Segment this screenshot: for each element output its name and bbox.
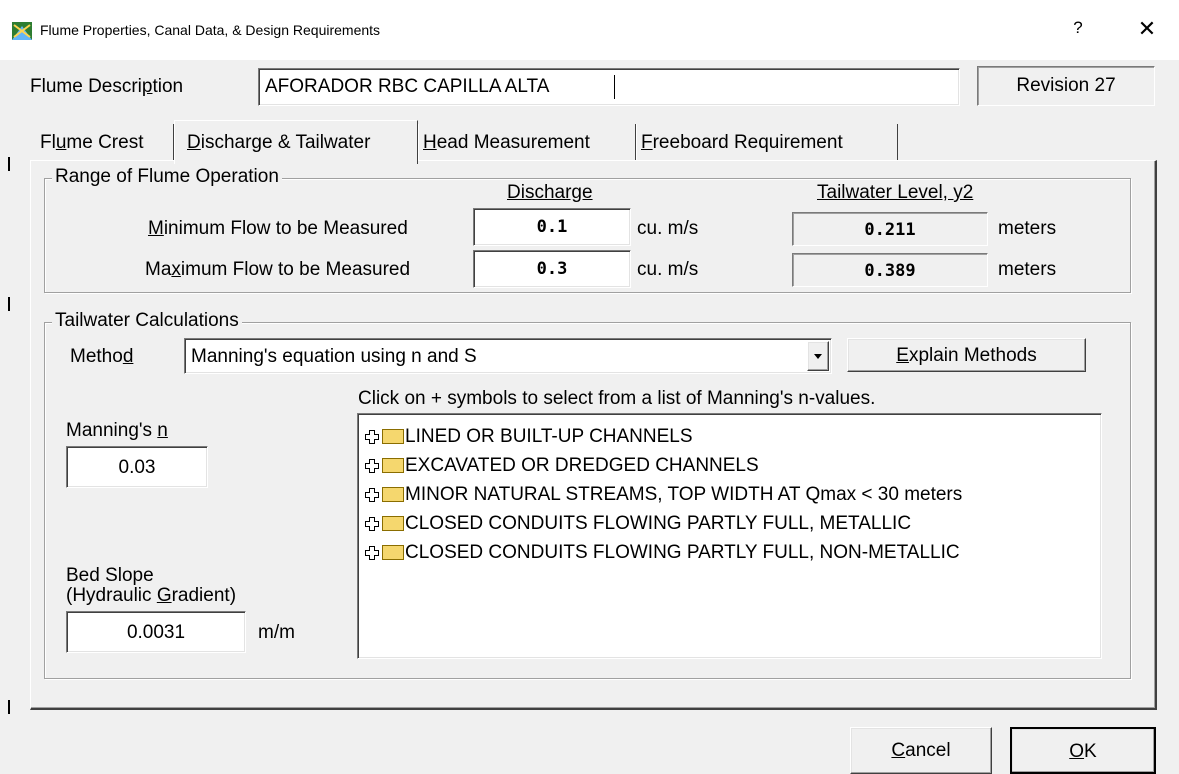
mannings-n-label: Manning's n (66, 420, 168, 441)
tab-freeboard-requirement[interactable]: Freeboard Requirement (636, 124, 898, 160)
close-icon[interactable]: ✕ (1127, 16, 1167, 46)
tree-item[interactable]: MINOR NATURAL STREAMS, TOP WIDTH AT Qmax… (364, 480, 962, 509)
method-label: Method (70, 346, 134, 367)
edge-mark (8, 700, 10, 714)
tree-item[interactable]: CLOSED CONDUITS FLOWING PARTLY FULL, MET… (364, 509, 962, 538)
plus-icon[interactable] (364, 516, 380, 532)
max-flow-label: Maximum Flow to be Measured (145, 259, 411, 280)
tree-item[interactable]: CLOSED CONDUITS FLOWING PARTLY FULL, NON… (364, 538, 962, 567)
folder-icon (382, 458, 404, 473)
max-tailwater-unit: meters (998, 259, 1057, 280)
tailwater-header: Tailwater Level, y2 (817, 182, 974, 203)
folder-icon (382, 545, 404, 560)
tree-item-label: MINOR NATURAL STREAMS, TOP WIDTH AT Qmax… (405, 483, 963, 505)
tree-item-label: CLOSED CONDUITS FLOWING PARTLY FULL, NON… (405, 541, 960, 563)
bed-slope-input[interactable]: 0.0031 (66, 611, 246, 653)
tree-item-label: EXCAVATED OR DREDGED CHANNELS (405, 454, 759, 476)
mannings-n-input[interactable]: 0.03 (66, 446, 208, 488)
tab-discharge-tailwater[interactable]: Discharge & Tailwater (174, 120, 418, 164)
bed-slope-label: Bed Slope (Hydraulic Gradient) (66, 566, 236, 606)
min-tailwater-unit: meters (998, 218, 1057, 239)
flume-description-value: AFORADOR RBC CAPILLA ALTA (265, 76, 550, 97)
tree-item-label: LINED OR BUILT-UP CHANNELS (405, 425, 693, 447)
revision-box: Revision 27 (977, 66, 1155, 106)
min-tailwater-value: 0.211 (792, 212, 988, 246)
folder-icon (382, 487, 404, 502)
tree-item-label: CLOSED CONDUITS FLOWING PARTLY FULL, MET… (405, 512, 912, 534)
tree-item[interactable]: LINED OR BUILT-UP CHANNELS (364, 422, 962, 451)
plus-icon[interactable] (364, 487, 380, 503)
max-discharge-unit: cu. m/s (637, 259, 699, 280)
min-flow-label: Minimum Flow to be Measured (148, 218, 408, 239)
discharge-header: Discharge (507, 182, 593, 203)
tree-list: LINED OR BUILT-UP CHANNELS EXCAVATED OR … (364, 422, 962, 567)
text-caret (614, 75, 615, 99)
tab-flume-crest[interactable]: Flume Crest (36, 124, 174, 160)
mannings-tree[interactable]: LINED OR BUILT-UP CHANNELS EXCAVATED OR … (357, 413, 1102, 659)
method-select[interactable]: Manning's equation using n and S (184, 338, 832, 374)
bed-slope-label-line1: Bed Slope (66, 565, 154, 586)
range-legend: Range of Flume Operation (52, 166, 282, 188)
ok-button[interactable]: OK (1010, 727, 1156, 774)
method-value: Manning's equation using n and S (191, 346, 477, 367)
flume-description-input[interactable]: AFORADOR RBC CAPILLA ALTA (258, 68, 960, 106)
cancel-button[interactable]: Cancel (850, 727, 992, 774)
window-title: Flume Properties, Canal Data, & Design R… (40, 22, 381, 38)
flume-description-label: Flume Description (30, 76, 184, 97)
tree-item[interactable]: EXCAVATED OR DREDGED CHANNELS (364, 451, 962, 480)
max-discharge-input[interactable]: 0.3 (473, 250, 631, 288)
bed-slope-label-line2: (Hydraulic Gradient) (66, 585, 237, 606)
tailwater-legend: Tailwater Calculations (52, 310, 242, 332)
folder-icon (382, 516, 404, 531)
min-discharge-unit: cu. m/s (637, 218, 699, 239)
folder-icon (382, 429, 404, 444)
edge-mark (8, 297, 10, 311)
plus-icon[interactable] (364, 458, 380, 474)
tab-head-measurement[interactable]: Head Measurement (418, 124, 636, 160)
edge-mark (8, 157, 10, 171)
chevron-down-icon[interactable] (807, 341, 829, 371)
help-button[interactable]: ? (1063, 18, 1093, 44)
max-tailwater-value: 0.389 (792, 253, 988, 287)
min-discharge-input[interactable]: 0.1 (473, 208, 631, 246)
app-icon (12, 22, 32, 40)
explain-methods-button[interactable]: Explain Methods (847, 338, 1086, 372)
bed-slope-unit: m/m (258, 622, 295, 643)
plus-icon[interactable] (364, 429, 380, 445)
plus-icon[interactable] (364, 545, 380, 561)
mannings-hint: Click on + symbols to select from a list… (358, 388, 876, 409)
